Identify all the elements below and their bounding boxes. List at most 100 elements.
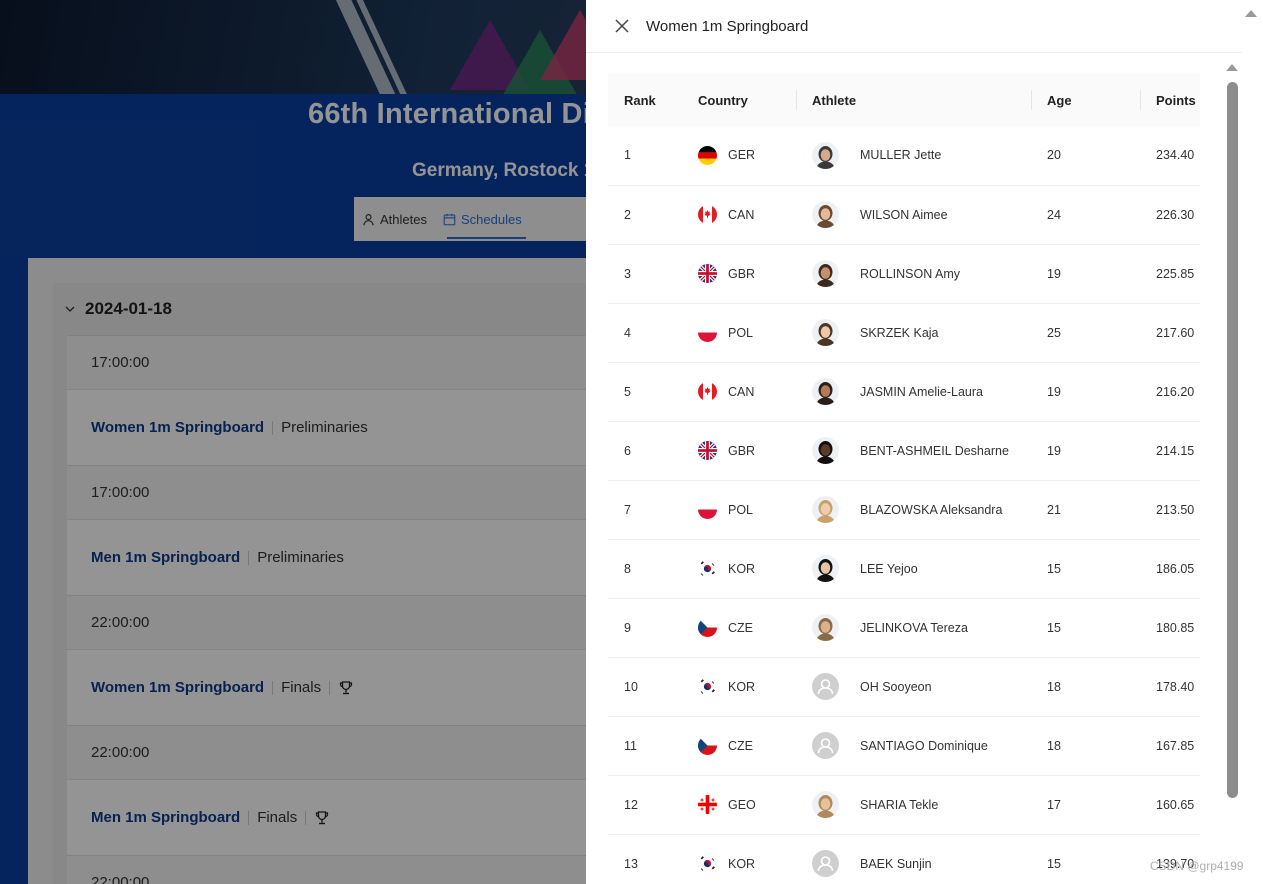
country-code: KOR xyxy=(728,679,756,694)
country-code: CZE xyxy=(728,738,753,753)
age-cell: 17 xyxy=(1031,775,1140,835)
country-cell: CAN xyxy=(682,362,796,422)
country-cell: GBR xyxy=(682,421,796,481)
results-drawer: Women 1m Springboard Rank Country Athlet… xyxy=(586,0,1263,884)
flag-icon xyxy=(698,559,717,578)
rank-cell: 11 xyxy=(608,716,682,776)
table-row: 4 POL SKRZEK Kaja 25 217.60 xyxy=(608,303,1200,363)
flag-icon xyxy=(698,795,717,814)
rank-cell: 1 xyxy=(608,126,682,186)
flag-icon xyxy=(698,854,717,873)
country-cell: GER xyxy=(682,126,796,186)
points-cell: 217.60 xyxy=(1140,303,1200,363)
athlete-cell: LEE Yejoo xyxy=(796,539,1031,599)
athlete-cell: BLAZOWSKA Aleksandra xyxy=(796,480,1031,540)
drawer-title: Women 1m Springboard xyxy=(646,17,809,35)
athlete-cell: BAEK Sunjin xyxy=(796,834,1031,884)
points-cell: 186.05 xyxy=(1140,539,1200,599)
country-cell: KOR xyxy=(682,539,796,599)
avatar xyxy=(812,141,839,169)
country-cell: POL xyxy=(682,303,796,363)
athlete-cell: JASMIN Amelie-Laura xyxy=(796,362,1031,422)
country-code: GEO xyxy=(728,797,756,812)
table-scroll-up-arrow[interactable] xyxy=(1226,64,1238,71)
age-cell: 24 xyxy=(1031,185,1140,245)
table-row: 1 GER MULLER Jette 20 234.40 xyxy=(608,126,1200,186)
scroll-up-arrow[interactable] xyxy=(1245,10,1257,17)
athlete-cell: BENT-ASHMEIL Desharne xyxy=(796,421,1031,481)
avatar xyxy=(812,319,839,346)
country-code: GBR xyxy=(728,443,756,458)
points-cell: 178.40 xyxy=(1140,657,1200,717)
watermark-text: CSDN @grp4199 xyxy=(1150,859,1244,873)
table-row: 2 CAN WILSON Aimee 24 226.30 xyxy=(608,185,1200,245)
avatar xyxy=(812,673,839,700)
points-cell: 216.20 xyxy=(1140,362,1200,422)
column-header-age: Age xyxy=(1031,74,1140,126)
flag-icon xyxy=(698,382,717,401)
rank-cell: 10 xyxy=(608,657,682,717)
avatar xyxy=(812,496,839,523)
rank-cell: 5 xyxy=(608,362,682,422)
athlete-name: OH Sooyeon xyxy=(860,679,932,694)
avatar xyxy=(812,791,839,818)
points-cell: 213.50 xyxy=(1140,480,1200,540)
table-row: 6 GBR BENT-ASHMEIL Desharne 19 214.15 xyxy=(608,421,1200,481)
country-code: POL xyxy=(728,325,754,340)
flag-icon xyxy=(698,677,717,696)
rank-cell: 2 xyxy=(608,185,682,245)
results-table: Rank Country Athlete Age Points 1 GER MULL… xyxy=(608,74,1200,884)
country-code: GBR xyxy=(728,266,756,281)
flag-icon xyxy=(698,736,717,755)
age-cell: 18 xyxy=(1031,657,1140,717)
rank-cell: 12 xyxy=(608,775,682,835)
athlete-name: JASMIN Amelie-Laura xyxy=(860,384,983,399)
column-header-athlete: Athlete xyxy=(796,74,1031,126)
flag-icon xyxy=(698,441,717,460)
country-cell: GBR xyxy=(682,244,796,304)
points-cell: 160.65 xyxy=(1140,775,1200,835)
close-icon xyxy=(615,19,629,33)
country-cell: POL xyxy=(682,480,796,540)
athlete-cell: ROLLINSON Amy xyxy=(796,244,1031,304)
flag-icon xyxy=(698,145,717,165)
athlete-name: BAEK Sunjin xyxy=(860,856,932,871)
rank-cell: 9 xyxy=(608,598,682,658)
age-cell: 15 xyxy=(1031,834,1140,884)
rank-cell: 4 xyxy=(608,303,682,363)
table-row: 10 KOR OH Sooyeon 18 178.40 xyxy=(608,657,1200,717)
points-cell: 180.85 xyxy=(1140,598,1200,658)
athlete-name: ROLLINSON Amy xyxy=(860,266,961,281)
avatar xyxy=(812,850,839,877)
points-cell: 167.85 xyxy=(1140,716,1200,776)
table-row: 11 CZE SANTIAGO Dominique 18 167.85 xyxy=(608,716,1200,776)
country-code: CZE xyxy=(728,620,753,635)
avatar xyxy=(812,614,839,641)
country-code: KOR xyxy=(728,856,756,871)
scrollbar-thumb[interactable] xyxy=(1227,82,1238,798)
close-button[interactable] xyxy=(612,16,632,36)
flag-icon xyxy=(698,323,717,342)
country-code: CAN xyxy=(728,384,755,399)
table-row: 12 GEO SHARIA Tekle 17 160.65 xyxy=(608,775,1200,835)
age-cell: 18 xyxy=(1031,716,1140,776)
table-row: 5 CAN JASMIN Amelie-Laura 19 216.20 xyxy=(608,362,1200,422)
column-header-country: Country xyxy=(698,92,748,108)
athlete-cell: SHARIA Tekle xyxy=(796,775,1031,835)
table-row: 3 GBR ROLLINSON Amy 19 225.85 xyxy=(608,244,1200,304)
rank-cell: 13 xyxy=(608,834,682,884)
age-cell: 19 xyxy=(1031,244,1140,304)
points-cell: 214.15 xyxy=(1140,421,1200,481)
athlete-cell: WILSON Aimee xyxy=(796,185,1031,245)
age-cell: 15 xyxy=(1031,598,1140,658)
table-row: 13 KOR BAEK Sunjin 15 139.70 xyxy=(608,834,1200,884)
age-cell: 25 xyxy=(1031,303,1140,363)
results-table-container: Rank Country Athlete Age Points 1 GER MULL… xyxy=(608,74,1200,884)
country-cell: CAN xyxy=(682,185,796,245)
athlete-cell: SANTIAGO Dominique xyxy=(796,716,1031,776)
avatar xyxy=(812,260,839,287)
country-code: POL xyxy=(728,502,754,517)
avatar xyxy=(812,378,839,405)
athlete-name: SHARIA Tekle xyxy=(860,797,939,812)
country-cell: CZE xyxy=(682,598,796,658)
